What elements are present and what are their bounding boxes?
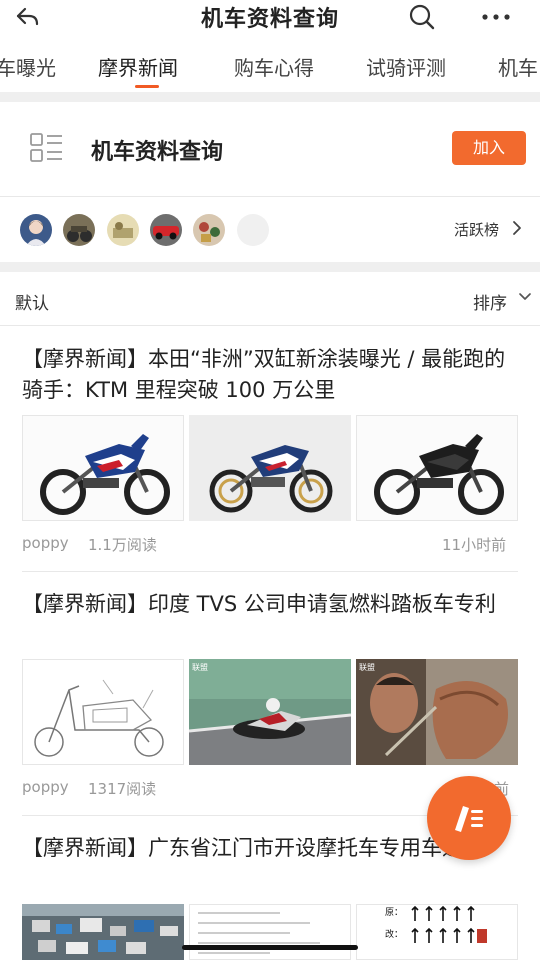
divider	[0, 325, 540, 326]
post-time: 11小时前	[442, 536, 507, 554]
tab-car-exposure[interactable]: 车曝光	[0, 52, 56, 81]
active-tab-indicator	[135, 85, 159, 88]
default-filter-label[interactable]: 默认	[15, 289, 49, 314]
image-label: 改：	[385, 928, 403, 940]
post-image[interactable]	[22, 415, 184, 521]
list-grid-icon	[30, 133, 62, 162]
pencil-lines-icon	[455, 806, 483, 832]
post-author[interactable]: poppy	[22, 778, 69, 796]
section-divider	[0, 262, 540, 272]
join-button[interactable]: 加入	[452, 131, 526, 165]
image-tag: 联盟	[359, 663, 375, 672]
avatar[interactable]	[193, 214, 225, 246]
page-title: 机车资料查询	[200, 7, 339, 32]
active-rank-link[interactable]: 活跃榜	[454, 219, 499, 240]
category-tabs: 车曝光 摩界新闻 购车心得 试骑评测 机车	[0, 44, 540, 90]
divider	[22, 571, 518, 572]
search-button[interactable]	[406, 2, 438, 32]
post-image[interactable]	[22, 904, 184, 960]
section-divider	[0, 92, 540, 102]
tab-moto-news[interactable]: 摩界新闻	[98, 52, 178, 81]
post-image[interactable]: 原： 改：	[356, 904, 518, 960]
image-label: 原：	[385, 907, 403, 918]
post-image[interactable]: 联盟	[356, 659, 518, 765]
tab-purchase-experience[interactable]: 购车心得	[234, 52, 314, 81]
post-views: 1.1万阅读	[88, 536, 157, 554]
avatar-placeholder[interactable]	[237, 214, 269, 246]
chevron-down-icon	[519, 293, 531, 300]
group-name: 机车资料查询	[91, 140, 224, 165]
post-title[interactable]: 【摩界新闻】本田“非洲”双缸新涂装曝光 / 最能跑的骑手：KTM 里程突破 10…	[22, 344, 522, 406]
more-button[interactable]	[478, 2, 514, 32]
more-dots-icon	[482, 14, 510, 20]
avatar[interactable]	[20, 214, 52, 246]
tab-moto[interactable]: 机车	[498, 52, 538, 81]
search-icon	[409, 4, 435, 30]
post-views: 1317阅读	[88, 780, 157, 798]
post-image[interactable]	[189, 904, 351, 960]
image-tag: 联盟	[192, 663, 208, 672]
divider	[0, 196, 540, 197]
avatar[interactable]	[107, 214, 139, 246]
post-image[interactable]	[356, 415, 518, 521]
post-image[interactable]	[189, 415, 351, 521]
tab-test-ride[interactable]: 试骑评测	[366, 52, 446, 81]
compose-button[interactable]	[427, 776, 511, 860]
avatar[interactable]	[150, 214, 182, 246]
sort-button[interactable]: 排序	[473, 289, 507, 314]
home-indicator	[182, 945, 358, 950]
post-image[interactable]: 联盟	[189, 659, 351, 765]
post-title[interactable]: 【摩界新闻】印度 TVS 公司申请氢燃料踏板车专利	[22, 589, 522, 620]
post-author[interactable]: poppy	[22, 534, 69, 552]
avatar[interactable]	[63, 214, 95, 246]
post-image[interactable]	[22, 659, 184, 765]
top-bar: 机车资料查询	[0, 0, 540, 36]
chevron-right-icon	[513, 221, 521, 235]
